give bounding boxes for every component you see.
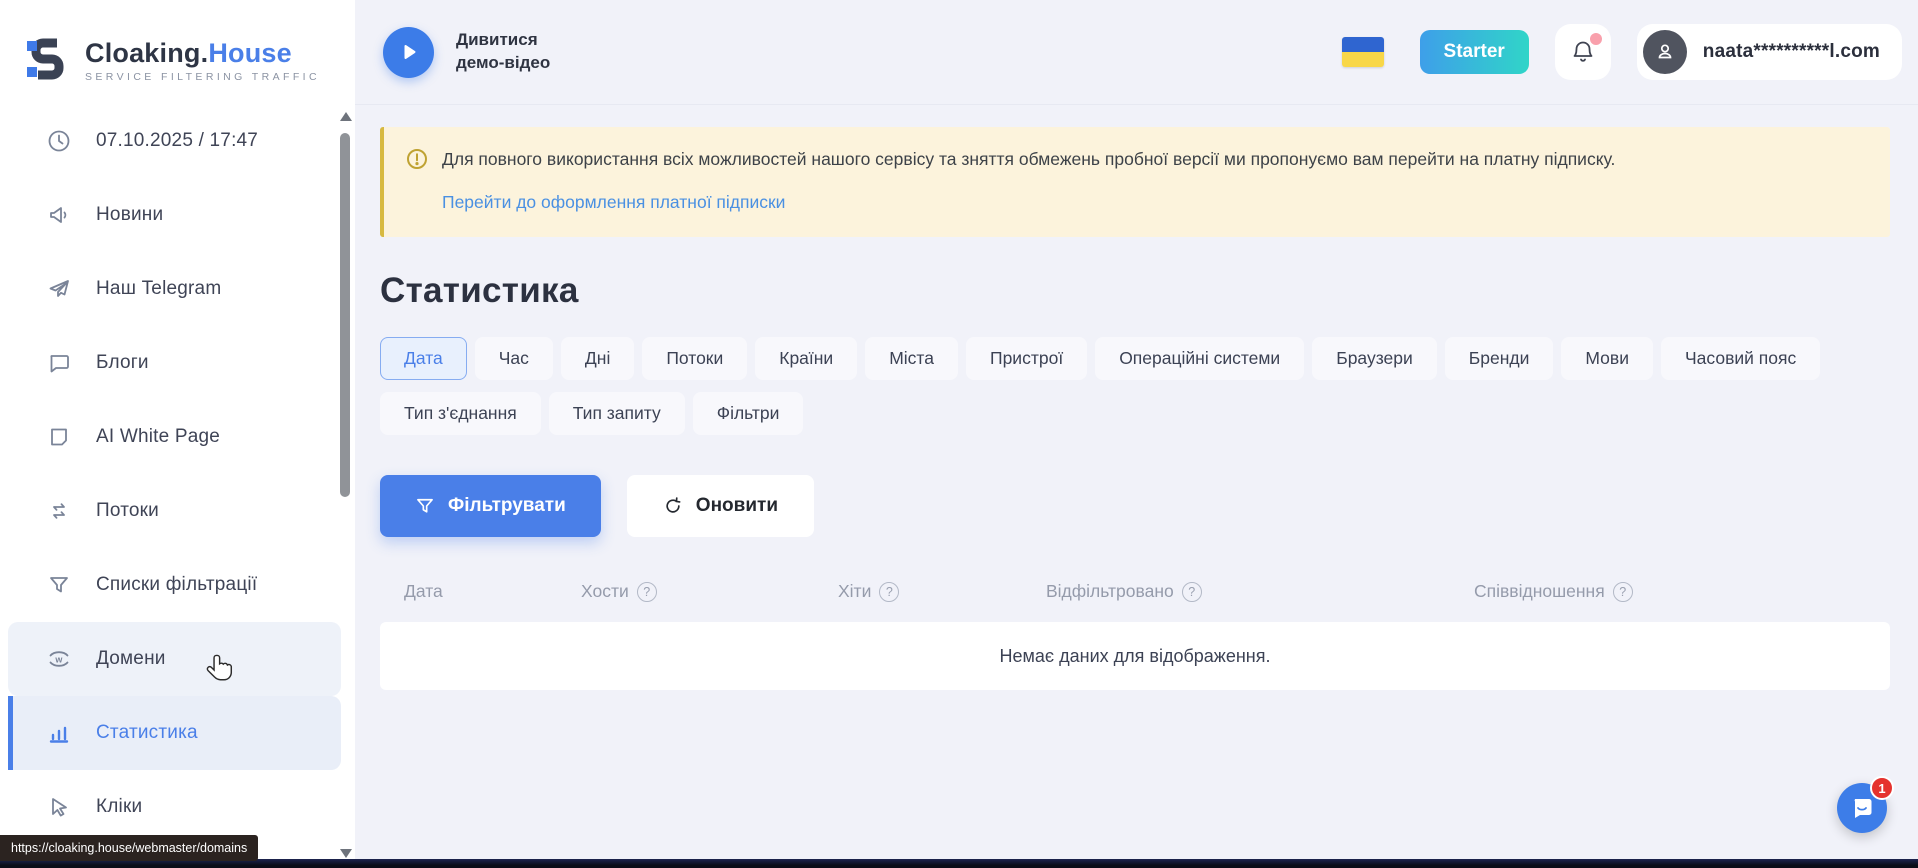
notification-dot [1590,33,1602,45]
sidebar-scrollbar [338,106,352,858]
scroll-down-arrow-icon[interactable] [340,849,352,858]
demo-video-button[interactable]: Дивитися демо-відео [383,27,581,78]
tab-chasovyi-poias[interactable]: Часовий пояс [1661,337,1820,380]
page-icon [46,424,72,450]
tab-data[interactable]: Дата [380,337,467,380]
sidebar-item-datetime: 07.10.2025 / 17:47 [8,104,341,178]
paper-plane-icon [46,276,72,302]
sidebar: Cloaking.House SERVICE FILTERING TRAFFIC… [0,0,355,868]
brand-logo-icon [25,36,71,87]
sidebar-item-label: AI White Page [96,426,220,448]
sidebar-item-streams[interactable]: Потоки [8,474,341,548]
brand-tagline: SERVICE FILTERING TRAFFIC [85,71,320,83]
sidebar-item-news[interactable]: Новини [8,178,341,252]
language-flag-ukraine[interactable] [1342,37,1384,67]
sidebar-item-label: Наш Telegram [96,278,221,300]
tab-typ-zapytu[interactable]: Тип запиту [549,392,685,435]
bar-chart-icon [46,720,72,746]
help-icon[interactable]: ? [637,582,657,602]
sidebar-item-telegram[interactable]: Наш Telegram [8,252,341,326]
funnel-icon [415,496,435,516]
banner-message: Для повного використання всіх можливосте… [442,147,1615,172]
sidebar-item-blogs[interactable]: Блоги [8,326,341,400]
play-icon [383,27,434,78]
column-header-date: Дата [404,581,581,602]
sidebar-item-label: Домени [96,648,166,670]
trial-warning-banner: Для повного використання всіх можливосте… [380,127,1890,237]
tab-filtry[interactable]: Фільтри [693,392,804,435]
warning-icon [406,148,428,170]
tab-os[interactable]: Операційні системи [1095,337,1304,380]
sidebar-item-statistics[interactable]: Статистика [8,696,341,770]
sidebar-item-label: Статистика [96,722,198,744]
column-header-hits: Хіти ? [838,581,1046,602]
webmaster-globe-icon: w [46,646,72,672]
sidebar-nav: 07.10.2025 / 17:47 Новини Наш Telegram Б… [0,100,355,844]
page-title: Статистика [380,271,1918,311]
link-status-tooltip: https://cloaking.house/webmaster/domains [0,835,258,861]
sidebar-item-domains[interactable]: w Домени [8,622,341,696]
sidebar-item-clicks[interactable]: Кліки [8,770,341,844]
chat-widget-button[interactable]: 1 [1837,783,1887,833]
upgrade-subscription-link[interactable]: Перейти до оформлення платної підписки [442,192,785,213]
empty-state-text: Немає даних для відображення. [1000,646,1271,667]
refresh-button[interactable]: Оновити [627,475,814,537]
chat-smile-icon [1849,795,1875,821]
tab-mista[interactable]: Міста [865,337,958,380]
tab-prystroi[interactable]: Пристрої [966,337,1087,380]
tab-brendy[interactable]: Бренди [1445,337,1554,380]
chat-bubble-icon [46,350,72,376]
topbar: Дивитися демо-відео Starter [355,0,1918,105]
loop-arrows-icon [46,498,72,524]
tab-chas[interactable]: Час [475,337,553,380]
sidebar-item-label: Списки фільтрації [96,574,257,596]
clock-icon [46,128,72,154]
tab-potoky[interactable]: Потоки [642,337,747,380]
main-area: Дивитися демо-відео Starter [355,0,1918,868]
tab-movy[interactable]: Мови [1561,337,1653,380]
sidebar-item-filter-lists[interactable]: Списки фільтрації [8,548,341,622]
sidebar-item-label: Кліки [96,796,142,818]
filter-tabs: Дата Час Дні Потоки Країни Міста Пристро… [380,337,1850,435]
cursor-icon [46,794,72,820]
brand-logo[interactable]: Cloaking.House SERVICE FILTERING TRAFFIC [0,0,355,100]
refresh-icon [663,496,683,516]
sidebar-item-label: Блоги [96,352,149,374]
help-icon[interactable]: ? [879,582,899,602]
user-account-button[interactable]: naata**********l.com [1637,24,1902,80]
tab-dni[interactable]: Дні [561,337,634,380]
app-window: Cloaking.House SERVICE FILTERING TRAFFIC… [0,0,1918,868]
chat-unread-badge: 1 [1870,776,1894,800]
sidebar-datetime-label: 07.10.2025 / 17:47 [96,130,258,152]
filter-button[interactable]: Фільтрувати [380,475,601,537]
tab-typ-ziednannia[interactable]: Тип з'єднання [380,392,541,435]
plan-badge-button[interactable]: Starter [1420,30,1529,74]
help-icon[interactable]: ? [1613,582,1633,602]
stats-table-header: Дата Хости ? Хіти ? Відфільтровано ? Спі… [380,581,1890,602]
demo-video-label: Дивитися демо-відео [456,29,581,75]
column-header-filtered: Відфільтровано ? [1046,581,1474,602]
sidebar-item-label: Потоки [96,500,159,522]
sidebar-item-ai-white-page[interactable]: AI White Page [8,400,341,474]
scrollbar-thumb[interactable] [340,133,350,497]
help-icon[interactable]: ? [1182,582,1202,602]
user-email-label: naata**********l.com [1703,41,1880,63]
sidebar-item-label: Новини [96,204,163,226]
bottom-edge-bar [0,859,1918,868]
svg-text:w: w [54,655,63,665]
empty-state-card: Немає даних для відображення. [380,622,1890,690]
tab-brauzery[interactable]: Браузери [1312,337,1437,380]
notifications-button[interactable] [1555,24,1611,80]
scroll-up-arrow-icon[interactable] [340,112,352,121]
column-header-hosts: Хости ? [581,581,838,602]
column-header-ratio: Співвідношення ? [1474,581,1890,602]
brand-name: Cloaking.House [85,38,292,68]
user-avatar-icon [1643,30,1687,74]
megaphone-icon [46,202,72,228]
tab-krainy[interactable]: Країни [755,337,857,380]
funnel-icon [46,572,72,598]
